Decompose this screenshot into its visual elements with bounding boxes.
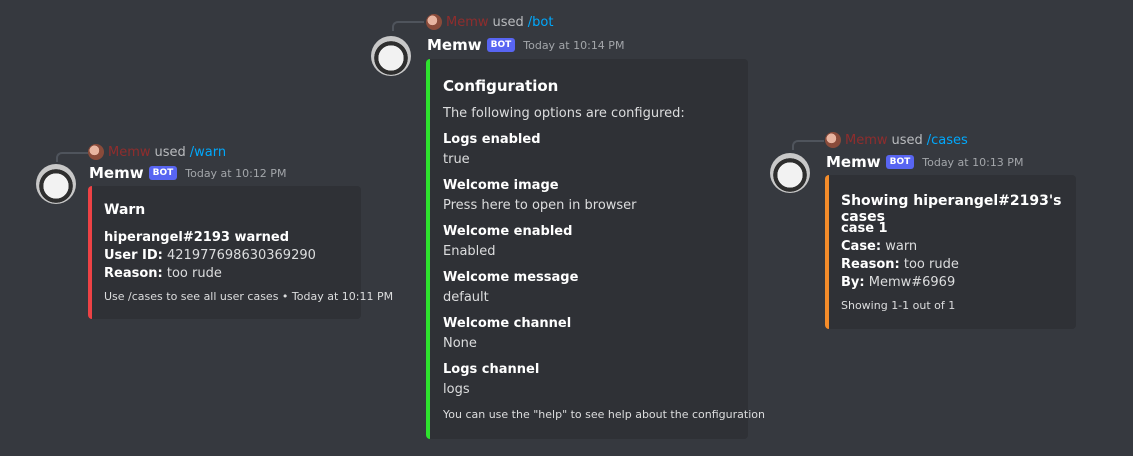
reply-connector <box>392 21 424 31</box>
field-name: Welcome enabled <box>443 224 573 239</box>
avatar[interactable] <box>36 164 76 204</box>
reason-value: too rude <box>903 257 959 272</box>
reply-connector <box>56 152 88 162</box>
embed-footer: Use /cases to see all user cases • Today… <box>104 290 394 303</box>
field-name: Logs channel <box>443 362 540 377</box>
field-value: Enabled <box>443 244 496 259</box>
field-value[interactable]: Press here to open in browser <box>443 198 637 213</box>
field-value: default <box>443 290 489 305</box>
field-value: logs <box>443 382 470 397</box>
reason-label: Reason: <box>104 266 163 281</box>
embed-configuration: Configuration The following options are … <box>426 59 765 439</box>
reply-username[interactable]: Memw <box>845 133 888 148</box>
embed-reason: Reason: too rude <box>841 257 959 272</box>
reply-used-text: used <box>154 144 186 160</box>
embed-footer: You can use the "help" to see help about… <box>443 408 765 421</box>
field-name: Welcome message <box>443 270 579 285</box>
field-value: None <box>443 336 477 351</box>
field-name: Welcome channel <box>443 316 572 331</box>
message-header: Memw BOT Today at 10:13 PM <box>826 153 1023 171</box>
by-label: By: <box>841 275 865 290</box>
embed-reason: Reason: too rude <box>104 266 222 281</box>
reason-value: too rude <box>166 266 222 281</box>
username[interactable]: Memw <box>826 153 881 171</box>
field-name: Welcome image <box>443 178 559 193</box>
reply-connector <box>792 140 824 150</box>
embed-footer: Showing 1-1 out of 1 <box>841 299 956 312</box>
reply-command[interactable]: /cases <box>927 133 968 148</box>
reply-command[interactable]: /warn <box>190 145 226 160</box>
case-value: warn <box>885 239 918 254</box>
case-title: case 1 <box>841 221 888 236</box>
reply-avatar[interactable] <box>825 132 841 148</box>
reply-used-text: used <box>891 132 923 148</box>
reply-username[interactable]: Memw <box>446 15 489 30</box>
timestamp[interactable]: Today at 10:12 PM <box>185 167 286 180</box>
reply-preview[interactable]: Memw used /bot <box>426 13 553 31</box>
embed-warn: Warn hiperangel#2193 warned User ID: 421… <box>88 186 393 319</box>
embed-subtitle: hiperangel#2193 warned <box>104 230 290 245</box>
bot-badge: BOT <box>885 155 915 169</box>
bot-badge: BOT <box>486 38 516 52</box>
user-id-value: 421977698630369290 <box>167 248 316 263</box>
field-name: Logs enabled <box>443 132 541 147</box>
username[interactable]: Memw <box>89 164 144 182</box>
by-value: Memw#6969 <box>868 275 956 290</box>
avatar[interactable] <box>770 153 810 193</box>
message-header: Memw BOT Today at 10:12 PM <box>89 164 286 182</box>
case-label: Case: <box>841 239 882 254</box>
embed-title: Configuration <box>443 77 559 95</box>
field-value: true <box>443 152 470 167</box>
embed-by: By: Memw#6969 <box>841 275 955 290</box>
user-id-label: User ID: <box>104 248 163 263</box>
timestamp[interactable]: Today at 10:14 PM <box>523 39 624 52</box>
embed-case: Case: warn <box>841 239 917 254</box>
reason-label: Reason: <box>841 257 900 272</box>
embed-user-id: User ID: 421977698630369290 <box>104 248 316 263</box>
embed-cases: Showing hiperangel#2193's cases case 1 C… <box>825 175 1076 329</box>
reply-preview[interactable]: Memw used /warn <box>88 143 226 161</box>
bot-badge: BOT <box>148 166 178 180</box>
message-header: Memw BOT Today at 10:14 PM <box>427 36 624 54</box>
reply-used-text: used <box>492 14 524 30</box>
reply-avatar[interactable] <box>426 14 442 30</box>
reply-preview[interactable]: Memw used /cases <box>825 131 968 149</box>
reply-username[interactable]: Memw <box>108 145 151 160</box>
timestamp[interactable]: Today at 10:13 PM <box>922 156 1023 169</box>
embed-description: The following options are configured: <box>443 106 685 121</box>
reply-command[interactable]: /bot <box>528 15 554 30</box>
reply-avatar[interactable] <box>88 144 104 160</box>
embed-title: Warn <box>104 202 146 218</box>
username[interactable]: Memw <box>427 36 482 54</box>
avatar[interactable] <box>371 36 411 76</box>
